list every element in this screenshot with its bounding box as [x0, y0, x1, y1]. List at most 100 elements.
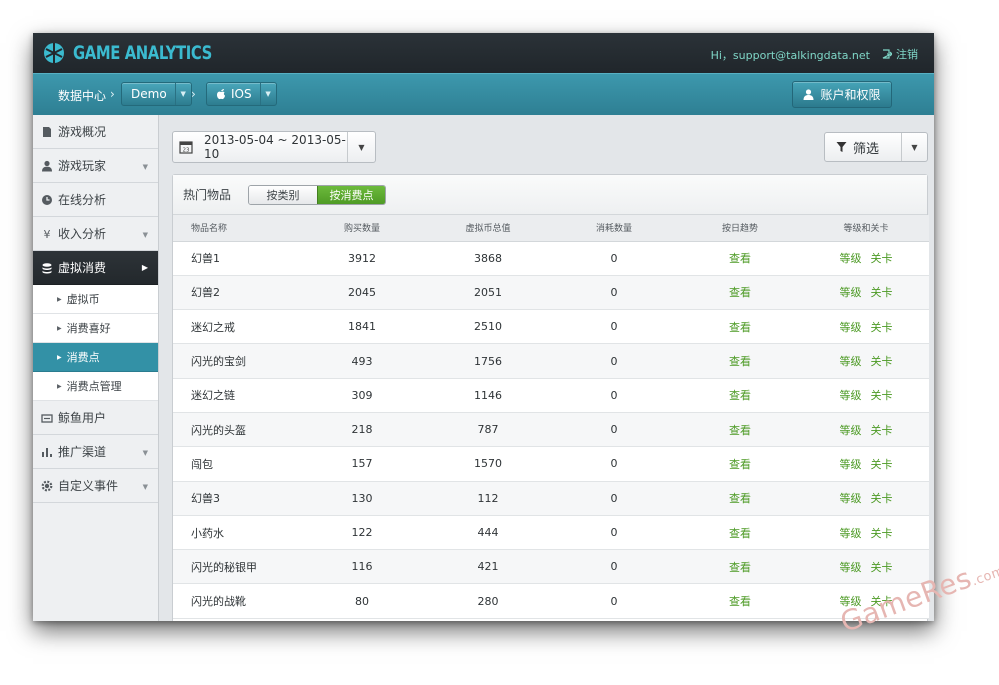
stage-link[interactable]: 关卡 [871, 286, 893, 299]
consumed-count-cell: 0 [551, 309, 677, 345]
currency-total-cell: 280 [425, 583, 551, 619]
sidebar-subitem-label: 消费点管理 [66, 380, 122, 393]
sidebar-item-players[interactable]: 游戏玩家 ▼ [33, 149, 158, 183]
level-link[interactable]: 等级 [840, 458, 862, 471]
sidebar-item-online[interactable]: 在线分析 [33, 183, 158, 217]
chevron-down-icon: ▼ [142, 231, 148, 239]
level-stage-cell: 等级 关卡 [803, 343, 929, 379]
watermark-suffix: .com [969, 563, 999, 590]
bar-chart-icon [41, 446, 53, 458]
sidebar-subitem-virtual-currency[interactable]: ▶ 虚拟币 [33, 285, 158, 314]
view-trend-link[interactable]: 查看 [729, 595, 751, 608]
document-icon [41, 126, 53, 138]
game-select[interactable]: Demo ▼ [121, 82, 192, 106]
level-link[interactable]: 等级 [840, 527, 862, 540]
level-stage-cell: 等级 关卡 [803, 241, 929, 276]
panel-header: 热门物品 按类别 按消费点 [173, 175, 927, 215]
level-link[interactable]: 等级 [840, 389, 862, 402]
logo[interactable]: GAME ANALYTICS [43, 39, 251, 67]
item-name-cell: 迷幻之戒 [173, 309, 299, 345]
view-trend-link[interactable]: 查看 [729, 355, 751, 368]
column-header[interactable]: 虚拟币总值 [425, 215, 551, 242]
sidebar-subitem-consumption-points[interactable]: ▶ 消费点 [33, 343, 158, 372]
svg-text:23: 23 [183, 148, 190, 154]
level-link[interactable]: 等级 [840, 561, 862, 574]
view-trend-link[interactable]: 查看 [729, 527, 751, 540]
sidebar-subitem-consumption-point-management[interactable]: ▶ 消费点管理 [33, 372, 158, 401]
breadcrumb-home[interactable]: 数据中心 [58, 87, 106, 104]
sidebar-item-channels[interactable]: 推广渠道 ▼ [33, 435, 158, 469]
apple-icon [217, 89, 225, 100]
filter-dropdown[interactable]: 筛选 ▼ [824, 132, 928, 162]
account-permissions-button[interactable]: 账户和权限 [792, 81, 892, 108]
column-header[interactable]: 购买数量 [299, 215, 425, 242]
stage-link[interactable]: 关卡 [871, 492, 893, 505]
sidebar-item-revenue[interactable]: ¥ 收入分析 ▼ [33, 217, 158, 251]
view-trend-link[interactable]: 查看 [729, 424, 751, 437]
filter-label: 筛选 [853, 141, 880, 157]
stage-link[interactable]: 关卡 [871, 458, 893, 471]
sidebar-item-virtual-consumption[interactable]: 虚拟消费 ▶ [33, 251, 158, 285]
toggle-by-consumption-point[interactable]: 按消费点 [317, 185, 386, 204]
consumed-count-cell: 0 [551, 549, 677, 585]
platform-select[interactable]: IOS ▼ [206, 82, 277, 106]
table-row: 闪光的头盔 218 787 0 查看 等级 关卡 [173, 412, 929, 448]
level-link[interactable]: 等级 [840, 252, 862, 265]
level-link[interactable]: 等级 [840, 492, 862, 505]
column-header[interactable]: 物品名称 [173, 215, 299, 242]
stage-link[interactable]: 关卡 [871, 389, 893, 402]
stage-link[interactable]: 关卡 [871, 252, 893, 265]
logout-label: 注销 [896, 48, 918, 61]
purchase-count-cell: 130 [299, 481, 425, 516]
view-trend-link[interactable]: 查看 [729, 561, 751, 574]
currency-total-cell: 787 [425, 412, 551, 448]
level-link[interactable]: 等级 [840, 424, 862, 437]
level-link[interactable]: 等级 [840, 355, 862, 368]
stage-link[interactable]: 关卡 [871, 527, 893, 540]
sidebar-item-label: 收入分析 [58, 227, 107, 241]
level-stage-cell: 等级 关卡 [803, 515, 929, 551]
gear-icon [41, 480, 53, 492]
date-range-picker[interactable]: 23 2013-05-04 ~ 2013-05-10 ▼ [172, 131, 376, 163]
currency-total-cell: 1146 [425, 378, 551, 413]
level-link[interactable]: 等级 [840, 286, 862, 299]
chevron-right-icon: ▶ [141, 263, 148, 272]
purchase-count-cell: 1841 [299, 309, 425, 345]
clock-icon [41, 194, 53, 206]
stage-link[interactable]: 关卡 [871, 561, 893, 574]
sidebar-item-whale-users[interactable]: 鲸鱼用户 [33, 401, 158, 435]
sidebar-subitem-label: 虚拟币 [66, 293, 100, 306]
panel-title: 热门物品 [183, 188, 232, 202]
sidebar-item-custom-events[interactable]: 自定义事件 ▼ [33, 469, 158, 503]
logout-link[interactable]: 注销 [882, 46, 918, 62]
trend-cell: 查看 [677, 515, 803, 551]
sidebar-item-overview[interactable]: 游戏概况 [33, 115, 158, 149]
table-row: 迷幻之戒 1841 2510 0 查看 等级 关卡 [173, 309, 929, 345]
toggle-by-category[interactable]: 按类别 [249, 185, 318, 204]
stage-link[interactable]: 关卡 [871, 355, 893, 368]
yen-icon: ¥ [43, 227, 51, 241]
popular-items-panel: 热门物品 按类别 按消费点 物品名称 购买数量 虚拟币总值 消耗数量 按日趋势 … [172, 174, 929, 621]
column-header[interactable]: 消耗数量 [551, 215, 677, 242]
view-trend-link[interactable]: 查看 [729, 458, 751, 471]
sidebar-subitem-consumption-preference[interactable]: ▶ 消费喜好 [33, 314, 158, 343]
sidebar-item-label: 在线分析 [58, 193, 107, 207]
view-trend-link[interactable]: 查看 [729, 321, 751, 334]
level-stage-cell: 等级 关卡 [803, 446, 929, 482]
purchase-count-cell: 122 [299, 515, 425, 551]
purchase-count-cell: 3912 [299, 241, 425, 276]
sidebar-item-label: 游戏玩家 [58, 159, 107, 173]
level-stage-cell: 等级 关卡 [803, 412, 929, 448]
table-row: 幻兽3 130 112 0 查看 等级 关卡 [173, 481, 929, 516]
stage-link[interactable]: 关卡 [871, 321, 893, 334]
stage-link[interactable]: 关卡 [871, 424, 893, 437]
view-trend-link[interactable]: 查看 [729, 286, 751, 299]
purchase-count-cell: 80 [299, 583, 425, 619]
view-trend-link[interactable]: 查看 [729, 389, 751, 402]
item-name-cell: 幻兽2 [173, 275, 299, 311]
level-link[interactable]: 等级 [840, 321, 862, 334]
currency-total-cell: 1756 [425, 343, 551, 379]
view-trend-link[interactable]: 查看 [729, 492, 751, 505]
view-trend-link[interactable]: 查看 [729, 252, 751, 265]
trend-cell: 查看 [677, 275, 803, 311]
